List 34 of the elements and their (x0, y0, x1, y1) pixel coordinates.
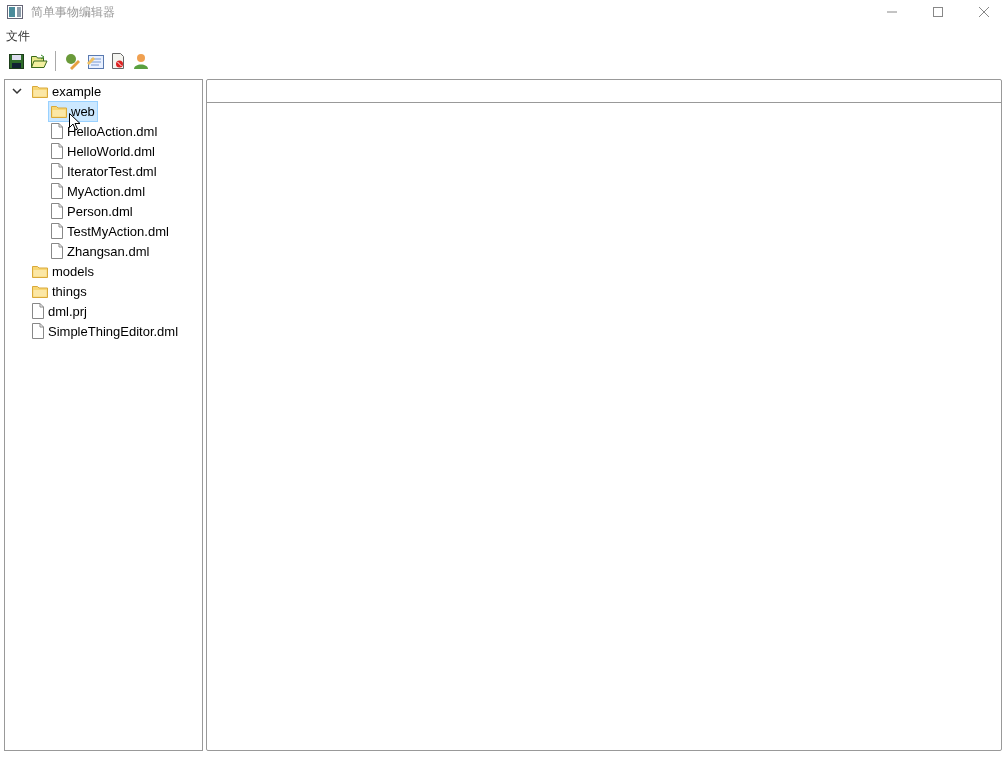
window-title: 简单事物编辑器 (31, 3, 115, 21)
file-icon (51, 123, 63, 139)
file-icon (51, 243, 63, 259)
app-icon (7, 5, 23, 19)
tree-item[interactable]: IteratorTest.dml (48, 160, 160, 182)
tree-item[interactable]: Person.dml (48, 200, 136, 222)
user-button[interactable] (131, 51, 151, 71)
tree-item[interactable]: Zhangsan.dml (48, 240, 153, 262)
tree-item[interactable]: things (29, 280, 90, 302)
folder-icon (32, 264, 48, 278)
file-icon (51, 203, 63, 219)
tree-item[interactable]: TestMyAction.dml (48, 220, 172, 242)
tree-item[interactable]: HelloWorld.dml (48, 140, 158, 162)
tree-item[interactable]: SimpleThingEditor.dml (29, 320, 182, 342)
close-icon[interactable] (978, 6, 990, 18)
menu-item[interactable]: 文件 (2, 27, 34, 45)
tree-item[interactable]: dml.prj (29, 300, 90, 322)
file-icon (32, 303, 44, 319)
file-icon (51, 163, 63, 179)
tree-item[interactable]: models (29, 260, 97, 282)
tree-item[interactable]: example (29, 80, 105, 102)
maximize-icon[interactable] (932, 6, 944, 18)
folder-icon (32, 84, 48, 98)
tree-item[interactable]: MyAction.dml (48, 180, 149, 202)
file-icon (32, 323, 44, 339)
tree-item[interactable]: HelloAction.dml (48, 120, 161, 142)
folder-icon (32, 284, 48, 298)
file-icon (51, 143, 63, 159)
chevron-down-icon[interactable] (11, 85, 23, 97)
tree-item[interactable]: web (48, 100, 98, 122)
file-icon (51, 183, 63, 199)
save-button[interactable] (6, 51, 26, 71)
file-icon (51, 223, 63, 239)
folder-icon (51, 104, 67, 118)
